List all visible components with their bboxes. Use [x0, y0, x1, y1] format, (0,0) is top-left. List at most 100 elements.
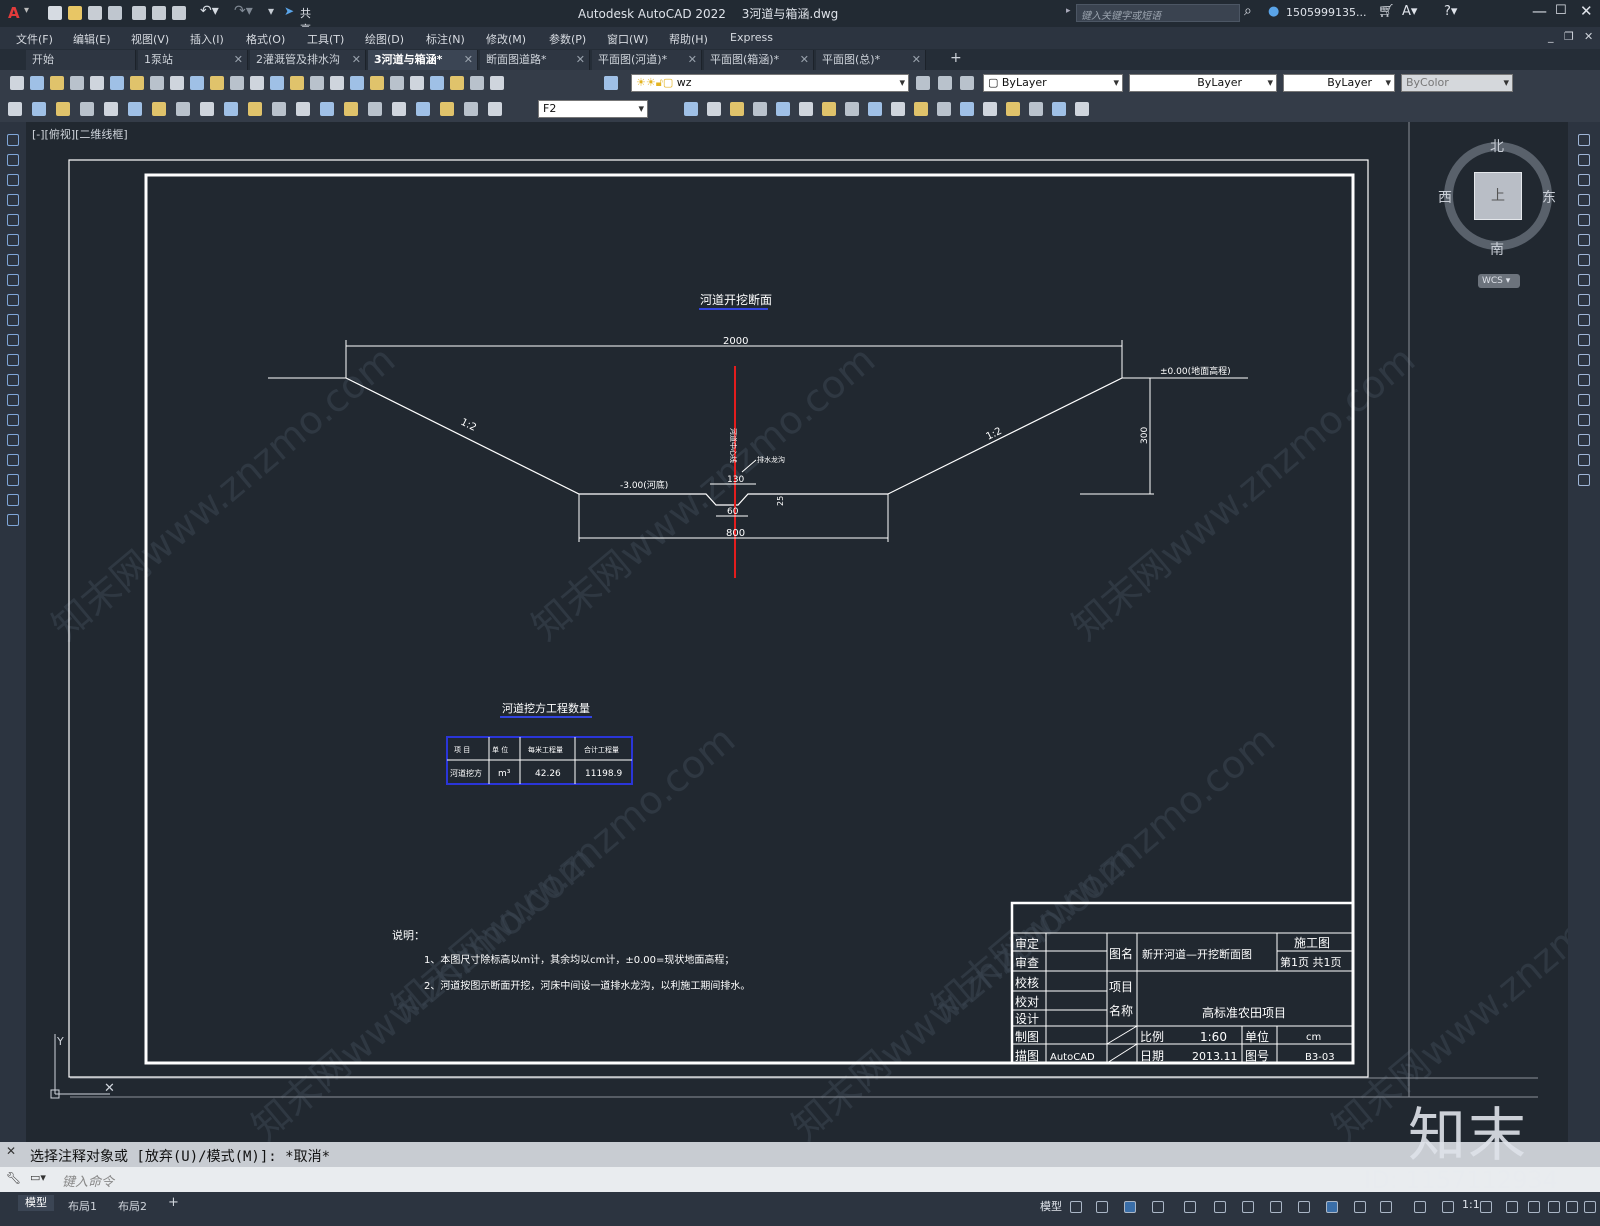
ortho-icon[interactable]	[1124, 1201, 1136, 1213]
attribute-icon[interactable]	[753, 102, 767, 116]
extend-icon[interactable]	[1578, 334, 1590, 346]
workspace-gear-icon[interactable]	[1414, 1201, 1426, 1213]
lock-ui-icon[interactable]	[1528, 1201, 1540, 1213]
command-prompt-icon[interactable]: ▭▾	[30, 1171, 46, 1184]
isolate-objects-icon[interactable]	[1548, 1201, 1560, 1213]
spline-icon[interactable]	[7, 294, 19, 306]
gradient-icon[interactable]	[799, 102, 813, 116]
gradient-icon[interactable]	[7, 434, 19, 446]
copy-icon[interactable]	[1578, 154, 1590, 166]
snap-icon[interactable]	[1096, 1201, 1108, 1213]
tab-close-icon[interactable]: ✕	[576, 50, 585, 70]
tab-plan-total[interactable]: 平面图(总)* ✕	[816, 50, 926, 70]
insert-block-icon[interactable]	[7, 354, 19, 366]
layer-state-icon[interactable]	[604, 76, 618, 90]
dim-update-icon[interactable]	[464, 102, 478, 116]
command-close-icon[interactable]: ✕	[6, 1144, 16, 1158]
tab-close-icon[interactable]: ✕	[912, 50, 921, 70]
match-properties-icon[interactable]	[210, 76, 224, 90]
redo-icon[interactable]: ↷▾	[234, 3, 253, 19]
rotate-icon[interactable]	[1578, 254, 1590, 266]
tool-palettes-icon[interactable]	[410, 76, 424, 90]
inspect-icon[interactable]	[368, 102, 382, 116]
model-space-button[interactable]: 模型	[1040, 1198, 1062, 1214]
lineweight-icon[interactable]	[1270, 1201, 1282, 1213]
chamfer-icon[interactable]	[1578, 414, 1590, 426]
isodraft-icon[interactable]	[1184, 1201, 1196, 1213]
3d-print-icon[interactable]	[130, 76, 144, 90]
menu-edit[interactable]: 编辑(E)	[73, 31, 111, 47]
add-selected-icon[interactable]	[7, 514, 19, 526]
viewcube-north[interactable]: 北	[1490, 136, 1504, 156]
dim-edit-icon[interactable]	[416, 102, 430, 116]
autodesk-app-icon[interactable]: A▾	[1402, 4, 1417, 19]
undo-icon[interactable]	[250, 76, 264, 90]
tab-close-icon[interactable]: ✕	[352, 50, 361, 70]
tab-start[interactable]: 开始	[26, 50, 136, 70]
menu-view[interactable]: 视图(V)	[131, 31, 169, 47]
publish-icon[interactable]	[110, 76, 124, 90]
camera-icon[interactable]	[1075, 102, 1089, 116]
auto-scale-icon[interactable]	[1380, 1201, 1392, 1213]
annotation-visibility-icon[interactable]	[1354, 1201, 1366, 1213]
tab-plan-river[interactable]: 平面图(河道)* ✕	[592, 50, 702, 70]
textstyle-dropdown[interactable]: F2 ▾	[538, 100, 648, 118]
grid-icon[interactable]	[1070, 1201, 1082, 1213]
share-icon[interactable]: ➤	[284, 4, 294, 18]
point-icon[interactable]	[7, 394, 19, 406]
zoom-realtime-icon[interactable]	[310, 76, 324, 90]
join-icon[interactable]	[1578, 394, 1590, 406]
drawing-canvas[interactable]: [-][俯视][二维线框] 知末网www.znzmo.com 知末网www.zn…	[26, 122, 1568, 1142]
search-icon[interactable]: ⌕	[1244, 3, 1252, 19]
revcloud-icon[interactable]	[7, 274, 19, 286]
zoom-previous-icon[interactable]	[350, 76, 364, 90]
stretch-icon[interactable]	[1578, 294, 1590, 306]
new-tab-icon[interactable]: +	[950, 50, 962, 66]
polar-icon[interactable]	[1152, 1201, 1164, 1213]
layer-match-icon[interactable]	[938, 76, 952, 90]
markup-icon[interactable]	[450, 76, 464, 90]
polyline-icon[interactable]	[7, 174, 19, 186]
dim-style-icon[interactable]	[488, 102, 502, 116]
save-as-icon[interactable]	[108, 6, 122, 20]
menu-file[interactable]: 文件(F)	[16, 31, 53, 47]
menu-window[interactable]: 窗口(W)	[607, 31, 648, 47]
layout-icon[interactable]	[1006, 102, 1020, 116]
dim-jogged-icon[interactable]	[128, 102, 142, 116]
linetype-dropdown[interactable]: ByLayer ▾	[1129, 74, 1277, 92]
break-at-point-icon[interactable]	[1578, 354, 1590, 366]
dim-aligned-icon[interactable]	[32, 102, 46, 116]
text-edit-icon[interactable]	[440, 102, 454, 116]
color-dropdown[interactable]: ▢ ByLayer ▾	[983, 74, 1123, 92]
wrench-icon[interactable]: 🔧︎	[6, 1171, 21, 1185]
user-name[interactable]: 1505999135...	[1286, 6, 1366, 19]
pan-icon[interactable]	[290, 76, 304, 90]
annotation-scale[interactable]: 1:1	[1462, 1198, 1480, 1211]
new-icon[interactable]	[10, 76, 24, 90]
group-icon[interactable]	[868, 102, 882, 116]
layer-previous-icon[interactable]	[960, 76, 974, 90]
graphics-performance-icon[interactable]	[1566, 1201, 1578, 1213]
explode-icon[interactable]	[1578, 474, 1590, 486]
minimize-icon[interactable]: —	[1532, 2, 1547, 20]
help-icon[interactable]	[490, 76, 504, 90]
quick-properties-icon[interactable]	[1506, 1201, 1518, 1213]
doc-restore-icon[interactable]: ❐	[1564, 30, 1574, 43]
make-block-icon[interactable]	[7, 374, 19, 386]
trim-icon[interactable]	[1578, 314, 1590, 326]
move-icon[interactable]	[1578, 234, 1590, 246]
cut-icon[interactable]	[150, 76, 164, 90]
rectangle-icon[interactable]	[7, 214, 19, 226]
text-style-icon[interactable]	[684, 102, 698, 116]
dim-space-icon[interactable]	[272, 102, 286, 116]
plot-icon[interactable]	[70, 76, 84, 90]
open-icon[interactable]	[30, 76, 44, 90]
plot-preview-icon[interactable]	[90, 76, 104, 90]
make-current-icon[interactable]	[916, 76, 930, 90]
hatch-icon[interactable]	[776, 102, 790, 116]
new-icon[interactable]	[48, 6, 62, 20]
clean-screen-icon[interactable]	[1584, 1201, 1596, 1213]
jogged-linear-icon[interactable]	[392, 102, 406, 116]
design-center-icon[interactable]	[390, 76, 404, 90]
insert-icon[interactable]	[730, 102, 744, 116]
